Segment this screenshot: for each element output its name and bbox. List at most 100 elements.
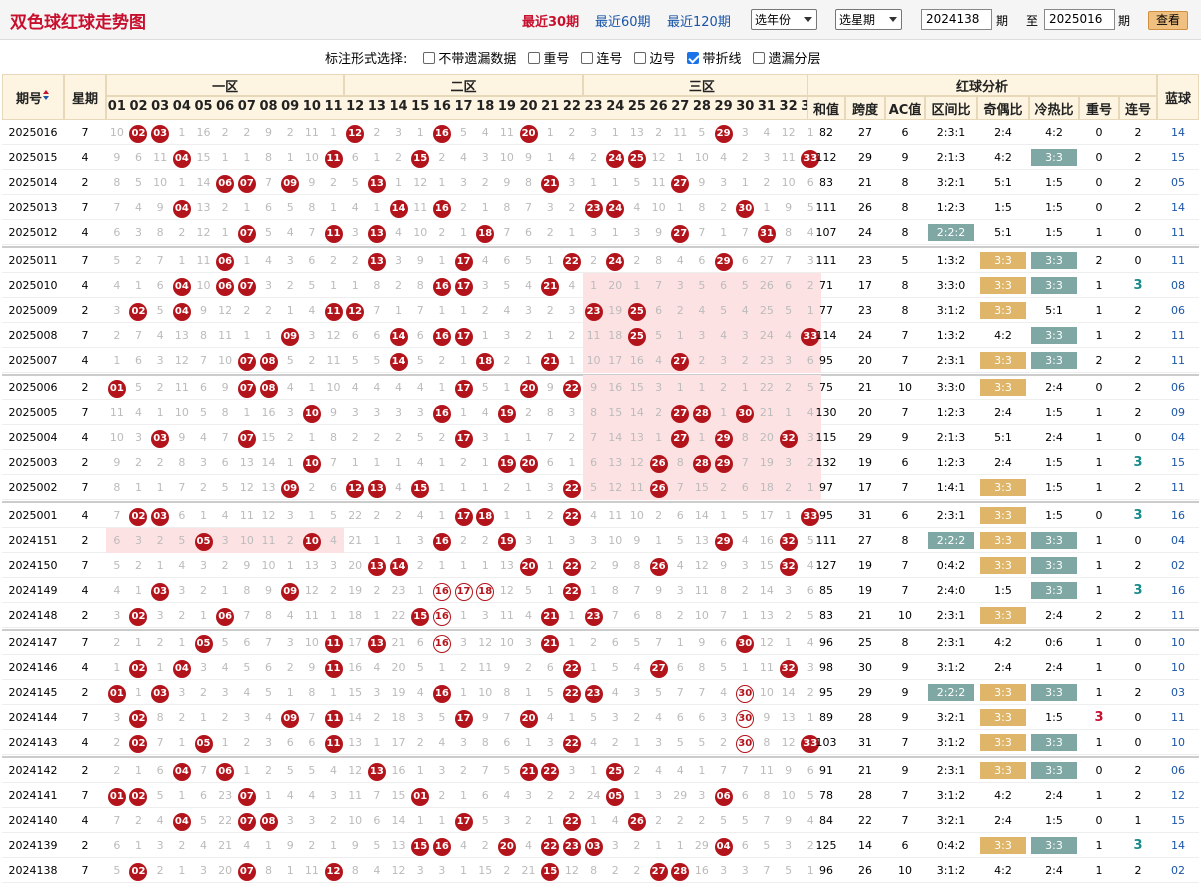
issue-header[interactable]: 期号	[2, 74, 64, 120]
number-cell: 17	[453, 578, 475, 603]
omission-value: 3	[741, 328, 749, 342]
omission-value: 7	[763, 813, 771, 827]
analysis-hc-value: 1:5	[1045, 508, 1063, 522]
analysis-oe-value: 5:1	[994, 431, 1012, 445]
number-cell: 4	[496, 783, 518, 808]
range-30-link[interactable]: 最近30期	[522, 11, 579, 30]
number-cell: 11	[106, 400, 128, 425]
analysis-sum: 112	[807, 145, 845, 170]
option-checkbox-3[interactable]	[634, 51, 647, 64]
analysis-rep-value: 1	[1095, 788, 1103, 802]
analysis-zone: 3:3:0	[925, 375, 977, 400]
omission-value: 8	[113, 481, 121, 495]
to-issue-input[interactable]: 2025016	[1044, 9, 1115, 30]
analysis-ac-value: 8	[901, 278, 909, 292]
number-cell: 09	[279, 705, 301, 730]
omission-value: 2	[286, 533, 294, 547]
drawn-ball: 03	[584, 837, 603, 856]
year-select[interactable]: 选年份	[751, 9, 817, 30]
omission-value: 1	[720, 508, 728, 522]
omission-value: 5	[546, 686, 554, 700]
number-cell: 4	[474, 400, 496, 425]
drawn-ball: 02	[129, 735, 148, 754]
drawn-ball: 26	[649, 557, 668, 576]
option-0[interactable]: 不带遗漏数据	[423, 48, 516, 67]
number-cell: 11	[496, 603, 518, 628]
number-header-08: 08	[259, 99, 278, 114]
analysis-rep: 1	[1079, 630, 1119, 655]
sort-icon[interactable]	[42, 89, 50, 105]
number-cell: 4	[691, 297, 713, 323]
number-cell: 15	[474, 858, 496, 883]
omission-value: 8	[655, 253, 663, 267]
number-cell: 8	[778, 220, 800, 245]
option-1[interactable]: 重号	[528, 48, 569, 67]
omission-value: 2	[200, 481, 207, 495]
analysis-zone: 2:1:3	[925, 425, 977, 450]
omission-value: 1	[568, 353, 576, 367]
number-cell: 11	[756, 758, 778, 783]
drawn-ball: 13	[367, 175, 386, 194]
option-5[interactable]: 遗漏分层	[753, 48, 820, 67]
drawn-ball: 09	[281, 327, 300, 346]
omission-value: 7	[763, 863, 771, 877]
analysis-ac-value: 8	[901, 176, 909, 190]
analysis-sum-value: 83	[819, 176, 833, 190]
option-checkbox-5[interactable]	[753, 51, 766, 64]
drawn-ball: 21	[519, 762, 538, 781]
omission-value: 6	[611, 636, 619, 649]
omission-value: 6	[525, 226, 533, 240]
analysis-rep-value: 1	[1095, 838, 1103, 852]
number-cell: 8	[366, 273, 388, 298]
option-checkbox-4[interactable]	[687, 51, 700, 64]
analysis-hc: 1:5	[1029, 195, 1079, 220]
number-cell: 3	[344, 400, 366, 425]
number-cell: 3	[128, 220, 150, 245]
omission-value: 4	[178, 558, 186, 572]
blue-ball-cell: 10	[1171, 661, 1185, 675]
option-2[interactable]: 连号	[581, 48, 622, 67]
option-checkbox-0[interactable]	[423, 51, 436, 64]
omission-value: 1	[438, 481, 446, 495]
analysis-oe: 1:5	[977, 195, 1029, 220]
number-header-09: 09	[281, 99, 300, 114]
number-cell: 3	[626, 680, 648, 705]
number-cell: 3	[323, 553, 345, 578]
omission-value: 6	[633, 608, 641, 622]
omission-value: 5	[481, 381, 489, 394]
option-4[interactable]: 带折线	[687, 48, 741, 67]
option-checkbox-2[interactable]	[581, 51, 594, 64]
analysis-con-value: 3	[1133, 277, 1143, 293]
option-checkbox-1[interactable]	[528, 51, 541, 64]
omission-value: 9	[503, 176, 511, 190]
omission-value: 20	[608, 278, 623, 292]
number-cell: 3	[344, 220, 366, 245]
number-cell: 2	[279, 273, 301, 298]
number-cell: 3	[279, 503, 301, 528]
number-cell: 11	[323, 705, 345, 730]
number-cell: 1	[778, 503, 800, 528]
drawn-ball: 27	[671, 352, 690, 371]
range-120-link[interactable]: 最近120期	[667, 11, 731, 30]
omission-value: 1	[243, 406, 251, 420]
option-3[interactable]: 边号	[634, 48, 675, 67]
number-cell: 20	[496, 833, 518, 858]
weekday-select[interactable]: 选星期	[835, 9, 902, 30]
drawn-ball: 28	[692, 455, 711, 474]
omission-value: 4	[633, 201, 641, 215]
analysis-sum-value: 127	[815, 558, 837, 572]
from-issue-input[interactable]: 2024138	[921, 9, 992, 30]
number-cell: 6	[409, 630, 431, 655]
omission-value: 1	[460, 788, 468, 802]
omission-value: 1	[568, 456, 576, 470]
number-cell: 4	[648, 705, 670, 730]
number-cell: 1	[171, 858, 193, 883]
analysis-zone-value: 1:4:1	[936, 481, 966, 495]
number-cell: 8	[604, 578, 626, 603]
drawn-ball: 25	[627, 150, 646, 169]
number-cell: 6	[496, 730, 518, 755]
range-60-link[interactable]: 最近60期	[595, 11, 651, 30]
analysis-con-value: 2	[1134, 201, 1142, 215]
query-button[interactable]: 查看	[1148, 11, 1188, 30]
omission-value: 1	[590, 278, 598, 292]
